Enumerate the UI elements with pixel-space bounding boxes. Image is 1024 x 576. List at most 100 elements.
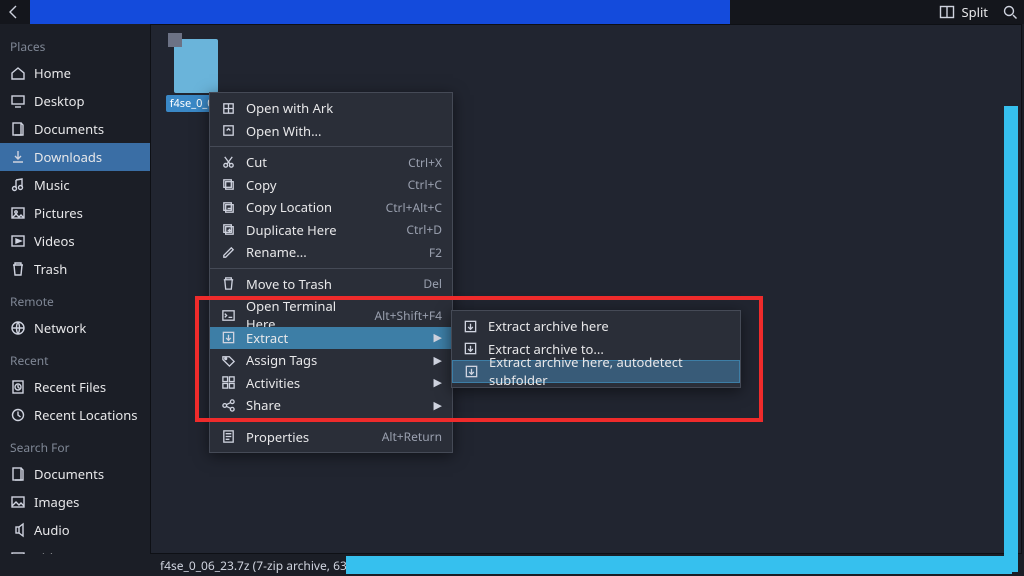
menu-item-extract-archive-here-autodetect-subfolder[interactable]: Extract archive here, autodetect subfold… [452, 360, 740, 383]
desktop-icon [10, 93, 26, 109]
extract-icon [462, 341, 478, 357]
documents-icon [10, 121, 26, 137]
open-icon [220, 123, 236, 139]
sidebar-item-label: Documents [34, 120, 104, 138]
menu-item-label: Cut [246, 153, 398, 171]
sidebar-item-downloads[interactable]: Downloads [0, 143, 150, 171]
extract-icon [462, 318, 478, 334]
menu-item-shortcut: Alt+Return [382, 428, 442, 445]
videos-icon [10, 233, 26, 249]
sidebar-item-network[interactable]: Network [0, 314, 150, 342]
images-icon [10, 494, 26, 510]
sidebar-item-recent-locations[interactable]: Recent Locations [0, 401, 150, 429]
menu-item-properties[interactable]: Properties Alt+Return [210, 426, 452, 449]
menu-item-open-with-ark[interactable]: Open with Ark [210, 97, 452, 120]
chevron-right-icon: ▶ [434, 398, 442, 413]
menu-separator [210, 268, 452, 269]
menu-item-label: Duplicate Here [246, 221, 396, 239]
search-icon[interactable] [1002, 4, 1018, 20]
sidebar-item-desktop[interactable]: Desktop [0, 87, 150, 115]
menu-item-shortcut: Del [423, 275, 442, 292]
audio-icon [10, 522, 26, 538]
menu-item-shortcut: F2 [429, 244, 442, 261]
sidebar-section-remote: Remote [0, 283, 150, 314]
sidebar-item-label: Recent Files [34, 378, 106, 396]
sidebar-item-recent-files[interactable]: Recent Files [0, 373, 150, 401]
extract-submenu[interactable]: Extract archive hereExtract archive to..… [451, 310, 741, 388]
sidebar-item-label: Home [34, 64, 71, 82]
sidebar-item-label: Desktop [34, 92, 85, 110]
recent-files-icon [10, 379, 26, 395]
menu-item-move-to-trash[interactable]: Move to TrashDel [210, 273, 452, 296]
menu-item-activities[interactable]: Activities▶ [210, 372, 452, 395]
sidebar-item-label: Network [34, 319, 86, 337]
sidebar-item-images[interactable]: Images [0, 488, 150, 516]
extract-icon [463, 363, 479, 379]
menu-item-duplicate-here[interactable]: Duplicate HereCtrl+D [210, 219, 452, 242]
duplicate-icon [220, 222, 236, 238]
context-menu[interactable]: Open with Ark Open With... Cut Ctrl+X CopyCt… [209, 92, 453, 453]
sidebar-item-audio[interactable]: Audio [0, 516, 150, 544]
menu-item-copy[interactable]: CopyCtrl+C [210, 174, 452, 197]
sidebar-item-home[interactable]: Home [0, 59, 150, 87]
menu-item-shortcut: Ctrl+C [408, 176, 442, 193]
copyloc-icon [220, 199, 236, 215]
sidebar-item-documents[interactable]: Documents [0, 115, 150, 143]
menu-item-rename[interactable]: Rename... F2 [210, 241, 452, 264]
copy-icon [220, 177, 236, 193]
menu-item-extract[interactable]: Extract ▶ [210, 327, 452, 350]
menu-item-copy-location[interactable]: Copy LocationCtrl+Alt+C [210, 196, 452, 219]
sidebar-item-label: Audio [34, 521, 70, 539]
chevron-right-icon: ▶ [434, 375, 442, 390]
properties-icon [220, 429, 236, 445]
trash-icon [10, 261, 26, 277]
sidebar-item-label: Pictures [34, 204, 83, 222]
sidebar-item-label: Downloads [34, 148, 102, 166]
menu-item-label: Assign Tags [246, 351, 424, 369]
menu-item-label: Open with Ark [246, 99, 442, 117]
menu-item-label: Extract archive here [488, 317, 730, 335]
menu-item-shortcut: Ctrl+Alt+C [386, 199, 442, 216]
menu-item-assign-tags[interactable]: Assign Tags ▶ [210, 349, 452, 372]
menu-item-extract-archive-here[interactable]: Extract archive here [452, 315, 740, 338]
split-label: Split [961, 3, 988, 21]
sidebar-item-trash[interactable]: Trash [0, 255, 150, 283]
sidebar-item-videos[interactable]: Videos [0, 227, 150, 255]
pictures-icon [10, 205, 26, 221]
sidebar-item-documents[interactable]: Documents [0, 460, 150, 488]
menu-item-open-terminal-here[interactable]: Open Terminal HereAlt+Shift+F4 [210, 304, 452, 327]
sidebar-item-label: Trash [34, 260, 67, 278]
menu-item-label: Rename... [246, 243, 419, 261]
music-icon [10, 177, 26, 193]
split-icon [939, 4, 955, 20]
chevron-right-icon: ▶ [434, 330, 442, 345]
share-icon [220, 397, 236, 413]
sidebar-item-label: Images [34, 493, 79, 511]
split-button[interactable]: Split [939, 3, 988, 21]
menu-separator [210, 146, 452, 147]
overlay-cyan-right [1004, 106, 1018, 572]
sidebar-item-music[interactable]: Music [0, 171, 150, 199]
sidebar: Places HomeDesktopDocumentsDownloadsMusi… [0, 24, 150, 554]
menu-item-cut[interactable]: Cut Ctrl+X [210, 151, 452, 174]
menu-item-label: Properties [246, 428, 372, 446]
home-icon [10, 65, 26, 81]
menu-item-label: Extract archive here, autodetect subfold… [489, 353, 729, 389]
menu-item-label: Extract [246, 329, 424, 347]
menu-item-open-with[interactable]: Open With... [210, 120, 452, 143]
rename-icon [220, 244, 236, 260]
menu-item-share[interactable]: Share▶ [210, 394, 452, 417]
sidebar-item-label: Videos [34, 549, 75, 554]
overlay-cyan-bottom [346, 556, 1012, 574]
back-icon[interactable] [6, 4, 22, 20]
sidebar-item-label: Documents [34, 465, 104, 483]
sidebar-item-pictures[interactable]: Pictures [0, 199, 150, 227]
menu-item-shortcut: Ctrl+X [408, 154, 442, 171]
sidebar-item-videos[interactable]: Videos [0, 544, 150, 554]
menu-item-shortcut: Alt+Shift+F4 [375, 307, 442, 324]
chevron-right-icon: ▶ [434, 353, 442, 368]
activities-icon [220, 375, 236, 391]
overlay-blue-top [30, 0, 730, 24]
archive-icon [174, 39, 218, 93]
menu-item-label: Open With... [246, 122, 442, 140]
